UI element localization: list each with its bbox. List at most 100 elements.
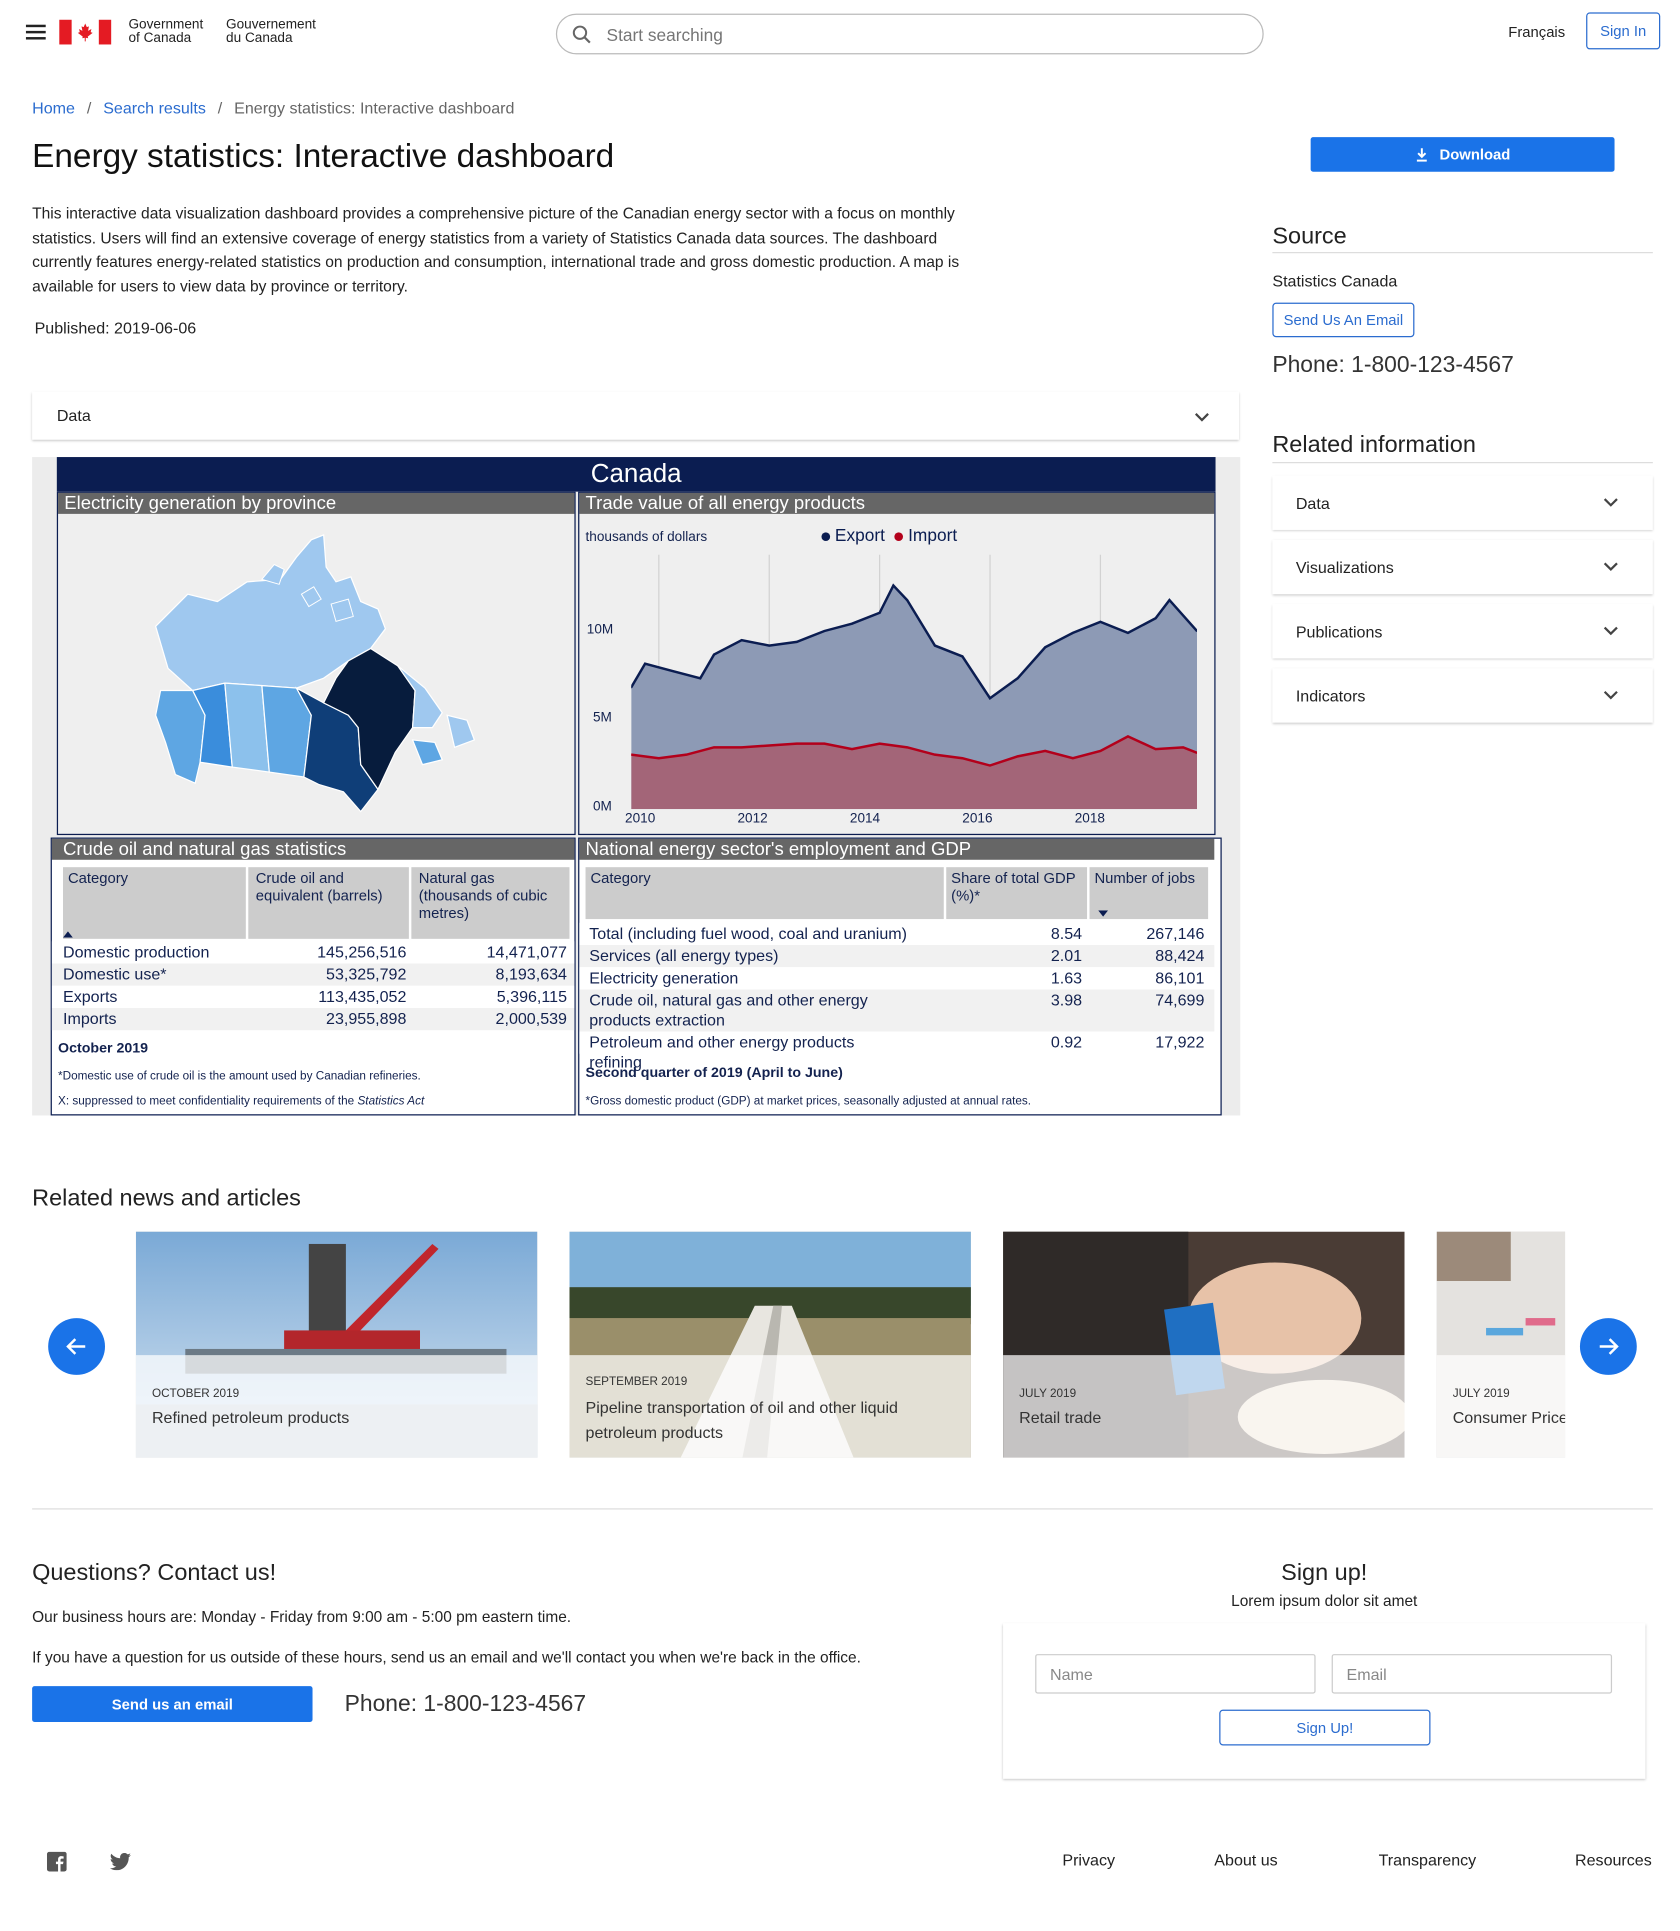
related-heading: Related information xyxy=(1272,432,1476,459)
footer-transparency[interactable]: Transparency xyxy=(1379,1850,1477,1869)
related-visualizations-label: Visualizations xyxy=(1295,557,1394,577)
dashboard: Canada Electricity generation by provinc… xyxy=(32,457,1241,1116)
news-heading: Related news and articles xyxy=(32,1185,301,1212)
canada-map[interactable] xyxy=(151,530,497,817)
related-visualizations[interactable]: Visualizations xyxy=(1272,539,1653,595)
emp-row-gdp: 2.01 xyxy=(1050,946,1083,965)
series-point-export xyxy=(989,697,992,700)
series-point-export xyxy=(1168,599,1171,602)
signup-button[interactable]: Sign Up! xyxy=(1219,1709,1431,1746)
legend-import[interactable]: Import xyxy=(908,525,957,545)
language-link[interactable]: Français xyxy=(1508,23,1565,40)
series-point-import xyxy=(1016,755,1019,758)
related-indicators[interactable]: Indicators xyxy=(1272,668,1653,723)
x-tick-2010: 2010 xyxy=(625,811,656,827)
emp-row-category: Crude oil, natural gas and other energy … xyxy=(589,990,868,1030)
news-card-refined-petroleum[interactable]: OCTOBER 2019 Refined petroleum products xyxy=(135,1231,538,1458)
trade-panel: Trade value of all energy products thous… xyxy=(578,491,1216,836)
series-point-import xyxy=(906,746,909,749)
series-point-export xyxy=(1099,620,1102,623)
series-point-export xyxy=(768,644,771,647)
emp-row-jobs: 86,101 xyxy=(1155,968,1205,988)
chevron-down-icon xyxy=(1603,498,1618,507)
oil-row-crude: 113,435,052 xyxy=(318,987,407,1006)
dashboard-title: Canada xyxy=(56,457,1216,492)
search-icon xyxy=(572,24,591,43)
related-indicators-label: Indicators xyxy=(1295,686,1366,705)
series-point-export xyxy=(906,599,909,602)
published-date: Published: 2019-06-06 xyxy=(34,318,197,338)
emp-table-row: Petroleum and other energy products refi… xyxy=(579,1031,1215,1071)
menu-icon[interactable] xyxy=(25,24,46,40)
series-point-import xyxy=(989,764,992,767)
oil-col-crude[interactable]: Crude oil and equivalent (barrels) xyxy=(248,867,409,939)
chevron-down-icon xyxy=(1603,690,1618,700)
name-field[interactable]: Name xyxy=(1035,1654,1316,1694)
breadcrumb: Home / Search results / Energy statistic… xyxy=(32,98,515,118)
oil-row-crude: 53,325,792 xyxy=(326,964,407,984)
emp-row-gdp: 8.54 xyxy=(1050,924,1083,943)
search-input[interactable] xyxy=(606,24,1200,44)
facebook-icon[interactable] xyxy=(46,1851,67,1872)
news-card-pipeline[interactable]: SEPTEMBER 2019 Pipeline transportation o… xyxy=(569,1231,971,1458)
series-point-export xyxy=(878,611,881,614)
footer-resources[interactable]: Resources xyxy=(1575,1850,1652,1869)
oil-col-category[interactable]: Category xyxy=(63,867,246,939)
series-point-export xyxy=(699,677,702,680)
series-point-export xyxy=(1071,631,1074,634)
trade-chart[interactable] xyxy=(631,554,1198,810)
series-point-export xyxy=(795,640,798,643)
emp-row-gdp: 0.92 xyxy=(1050,1032,1083,1052)
oil-row-category: Imports xyxy=(63,1009,117,1028)
sort-desc-icon xyxy=(1098,910,1109,917)
oil-row-gas: 8,193,634 xyxy=(495,964,568,984)
data-accordion[interactable]: Data xyxy=(32,391,1240,440)
emp-row-jobs: 74,699 xyxy=(1155,990,1205,1010)
canada-flag-logo[interactable] xyxy=(59,19,112,45)
series-point-import xyxy=(713,746,716,749)
related-publications[interactable]: Publications xyxy=(1272,604,1653,659)
news-card-consumer-price[interactable]: JULY 2019 Consumer Price xyxy=(1436,1231,1566,1458)
emp-col-gdp[interactable]: Share of total GDP (%)* xyxy=(946,867,1088,920)
twitter-icon[interactable] xyxy=(109,1852,131,1871)
source-name: Statistics Canada xyxy=(1272,271,1398,291)
download-button[interactable]: Download xyxy=(1310,137,1615,172)
carousel-next-button[interactable] xyxy=(1579,1318,1637,1375)
trade-heading: Trade value of all energy products xyxy=(579,492,1215,514)
related-data[interactable]: Data xyxy=(1272,475,1653,530)
news-title: Pipeline transportation of oil and other… xyxy=(585,1398,899,1442)
emp-date: Second quarter of 2019 (April to June) xyxy=(585,1066,843,1081)
emp-row-category: Services (all energy types) xyxy=(589,946,779,965)
business-hours: Our business hours are: Monday - Friday … xyxy=(32,1608,572,1626)
legend-export[interactable]: Export xyxy=(835,525,885,545)
carousel-prev-button[interactable] xyxy=(48,1318,106,1375)
email-field[interactable]: Email xyxy=(1331,1654,1613,1694)
footer-about[interactable]: About us xyxy=(1214,1850,1277,1869)
oil-row-category: Exports xyxy=(63,987,118,1006)
news-title: Refined petroleum products xyxy=(151,1408,350,1427)
news-card-retail[interactable]: JULY 2019 Retail trade xyxy=(1003,1231,1405,1458)
send-email-button[interactable]: Send Us An Email xyxy=(1272,302,1415,338)
oil-col-gas[interactable]: Natural gas (thousands of cubic metres) xyxy=(411,867,570,939)
emp-col-jobs[interactable]: Number of jobs xyxy=(1089,867,1209,920)
oil-table-row: Domestic production 145,256,516 14,471,077 xyxy=(51,941,575,964)
footer-privacy[interactable]: Privacy xyxy=(1062,1850,1115,1869)
signup-heading: Sign up! xyxy=(1281,1560,1368,1587)
contact-email-button[interactable]: Send us an email xyxy=(32,1686,313,1723)
series-point-import xyxy=(1099,749,1102,752)
breadcrumb-search-results[interactable]: Search results xyxy=(103,99,206,118)
y-tick-0m: 0M xyxy=(592,799,612,815)
chart-legend: Export Import xyxy=(821,525,957,545)
series-point-export xyxy=(961,655,964,658)
signup-subtitle: Lorem ipsum dolor sit amet xyxy=(1231,1592,1418,1610)
sort-asc-icon xyxy=(63,931,73,938)
oil-row-crude: 23,955,898 xyxy=(326,1009,407,1028)
sign-in-button[interactable]: Sign In xyxy=(1586,12,1661,50)
emp-table-row: Crude oil, natural gas and other energy … xyxy=(579,989,1215,1032)
oil-heading: Crude oil and natural gas statistics xyxy=(51,838,575,860)
page-title: Energy statistics: Interactive dashboard xyxy=(32,137,615,175)
breadcrumb-home[interactable]: Home xyxy=(32,99,75,118)
search-bar[interactable] xyxy=(555,13,1264,55)
related-publications-label: Publications xyxy=(1295,621,1383,641)
emp-col-category[interactable]: Category xyxy=(585,867,944,920)
